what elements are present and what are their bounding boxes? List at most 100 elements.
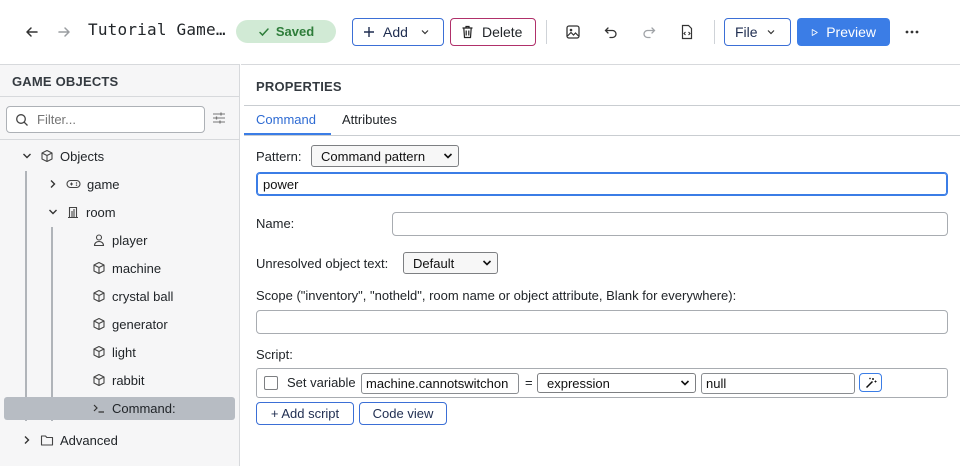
add-button[interactable]: Add [352, 18, 444, 46]
sidebar-title: GAME OBJECTS [0, 65, 239, 97]
play-icon [811, 28, 818, 36]
pattern-label: Pattern: [256, 149, 302, 164]
tabs-top-border [244, 105, 960, 106]
arrow-right-icon [58, 27, 70, 37]
tree-item-light[interactable]: light [92, 340, 136, 364]
pattern-select-value: Command pattern [321, 148, 426, 164]
plus-icon [364, 27, 374, 37]
chevron-right-icon[interactable] [20, 435, 34, 445]
chevron-down-icon [680, 380, 690, 386]
pattern-input[interactable]: power [256, 172, 948, 196]
tree-item-label: machine [112, 260, 162, 276]
image-icon [566, 25, 580, 39]
chevron-down-icon [443, 153, 453, 159]
sliders-icon [213, 112, 225, 124]
tree-item-machine[interactable]: machine [92, 256, 161, 280]
tabs-bottom-border [244, 135, 960, 136]
sidebar-divider [0, 139, 239, 140]
tree-item-label: crystal ball [112, 288, 174, 304]
unresolved-select-value: Default [413, 255, 455, 271]
filter-options-button[interactable] [212, 111, 226, 125]
back-button[interactable] [18, 18, 46, 46]
toolbar-divider [546, 20, 547, 44]
tree-item-objects[interactable]: Objects [20, 144, 104, 168]
tree-item-label: Advanced [60, 432, 118, 448]
filter-input[interactable] [37, 112, 187, 127]
cube-icon [93, 261, 105, 275]
cube-icon [93, 345, 105, 359]
properties-panel: PROPERTIES Command Attributes Pattern: C… [241, 64, 960, 466]
scope-label: Scope ("inventory", "notheld", room name… [256, 288, 737, 303]
toolbar: Tutorial Game… Saved Add Delete File Pre… [0, 0, 960, 64]
unresolved-object-select[interactable]: Default [403, 252, 498, 274]
arrow-left-icon [26, 27, 38, 37]
chevron-down-icon [767, 30, 774, 35]
preview-button[interactable]: Preview [797, 18, 890, 46]
expression-editor-button[interactable] [859, 373, 882, 392]
script-label: Script: [256, 347, 293, 362]
code-file-button[interactable] [673, 18, 701, 46]
tree-item-label: Objects [60, 148, 105, 164]
tree-item-crystal-ball[interactable]: crystal ball [92, 284, 173, 308]
terminal-icon [93, 404, 104, 413]
chevron-down-icon[interactable] [46, 207, 60, 217]
name-label: Name: [256, 216, 295, 231]
image-button[interactable] [559, 18, 587, 46]
tree-item-player[interactable]: player [92, 228, 147, 252]
tree-item-label: room [86, 204, 116, 220]
delete-label: Delete [482, 24, 523, 40]
redo-button[interactable] [635, 18, 663, 46]
chevron-right-icon[interactable] [46, 179, 60, 189]
chevron-down-icon[interactable] [20, 151, 34, 161]
filter-field[interactable] [6, 106, 205, 133]
undo-button[interactable] [597, 18, 625, 46]
game-objects-sidebar: GAME OBJECTS Objects game room player ma… [0, 64, 240, 466]
tree-item-room[interactable]: room [46, 200, 116, 224]
script-line: Set variable machine.cannotswitchon = ex… [256, 368, 948, 398]
cube-icon [93, 317, 105, 331]
undo-icon [604, 27, 617, 39]
script-line-checkbox[interactable] [264, 376, 278, 390]
tree-item-label: game [87, 176, 120, 192]
more-button[interactable] [898, 18, 926, 46]
tree-item-label: player [112, 232, 148, 248]
chevron-down-icon [482, 260, 492, 266]
set-variable-label: Set variable [287, 375, 356, 390]
tab-command[interactable]: Command [256, 112, 316, 127]
code-view-button[interactable]: Code view [359, 402, 447, 425]
game-title[interactable]: Tutorial Game… [88, 20, 226, 39]
expression-type-value: expression [547, 375, 610, 391]
variable-name-input[interactable]: machine.cannotswitchon [361, 373, 519, 394]
file-menu-button[interactable]: File [724, 18, 791, 46]
tree-item-game[interactable]: game [46, 172, 120, 196]
magic-wand-icon [865, 377, 876, 388]
file-label: File [735, 24, 758, 40]
tree-item-generator[interactable]: generator [92, 312, 168, 336]
equals-sign: = [525, 375, 533, 390]
tree-item-command[interactable]: Command: [92, 396, 176, 420]
saved-badge: Saved [236, 20, 336, 43]
tree-item-rabbit[interactable]: rabbit [92, 368, 145, 392]
scope-input[interactable] [256, 310, 948, 334]
toolbar-divider [714, 20, 715, 44]
tree-item-label: rabbit [112, 372, 145, 388]
tab-attributes[interactable]: Attributes [342, 112, 397, 127]
tree-item-advanced[interactable]: Advanced [20, 428, 118, 452]
redo-icon [643, 27, 656, 39]
tree-guide-line [51, 227, 53, 421]
properties-title: PROPERTIES [256, 79, 342, 94]
delete-button[interactable]: Delete [450, 18, 536, 46]
name-input[interactable] [392, 212, 948, 236]
add-script-button[interactable]: + Add script [256, 402, 354, 425]
cube-icon [41, 149, 53, 163]
forward-button[interactable] [50, 18, 78, 46]
expression-input[interactable]: null [701, 373, 855, 394]
person-icon [93, 234, 105, 247]
tree-item-label: light [112, 344, 136, 360]
search-icon [16, 113, 28, 126]
add-label: Add [383, 24, 408, 40]
pattern-select[interactable]: Command pattern [311, 145, 459, 167]
folder-icon [40, 435, 54, 446]
expression-type-select[interactable]: expression [537, 373, 696, 393]
code-file-icon [681, 24, 693, 40]
